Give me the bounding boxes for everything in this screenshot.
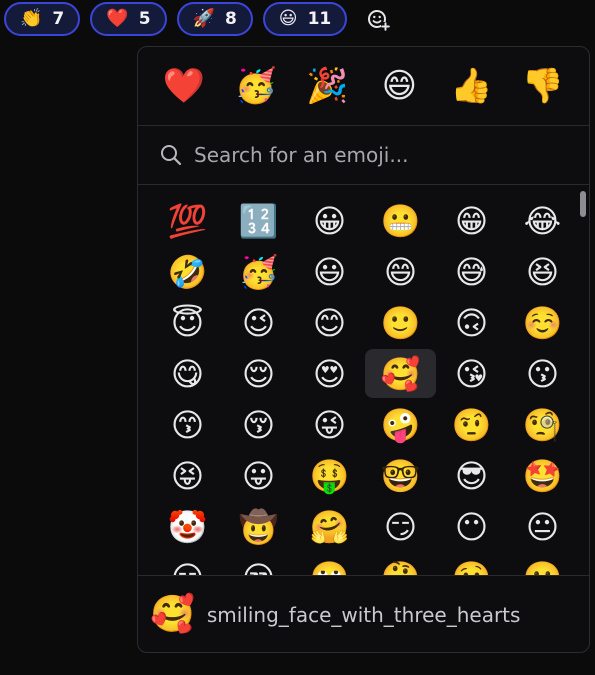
emoji-cell[interactable]: 🙃: [436, 297, 507, 348]
emoji-cell[interactable]: 🤪: [365, 399, 436, 450]
emoji-cell[interactable]: 😙: [152, 399, 223, 450]
emoji-cell[interactable]: 😉: [223, 297, 294, 348]
emoji-cell[interactable]: 😛: [223, 450, 294, 501]
heart-emoji: ❤️: [106, 8, 129, 29]
emoji-cell[interactable]: 😅: [436, 246, 507, 297]
preview-emoji: 🥰: [150, 594, 195, 635]
emoji-cell[interactable]: 😇: [152, 297, 223, 348]
emoji-cell[interactable]: 😊: [294, 297, 365, 348]
emoji-cell[interactable]: 🤡: [152, 501, 223, 552]
emoji-cell[interactable]: 😆: [507, 246, 578, 297]
emoji-cell[interactable]: 😌: [223, 348, 294, 399]
emoji-cell[interactable]: 😐: [507, 501, 578, 552]
emoji-cell[interactable]: 🤠: [223, 501, 294, 552]
emoji-cell[interactable]: 🤨: [436, 399, 507, 450]
emoji-preview: 🥰 smiling_face_with_three_hearts: [138, 576, 589, 652]
emoji-cell[interactable]: 😄: [365, 246, 436, 297]
emoji-cell[interactable]: 🔢: [223, 195, 294, 246]
clap-emoji: 👏: [20, 8, 43, 29]
emoji-cell[interactable]: 😑: [152, 552, 223, 576]
quick-emoji-smile[interactable]: 😄: [371, 69, 427, 103]
emoji-cell[interactable]: 😝: [152, 450, 223, 501]
emoji-cell[interactable]: 😗: [507, 348, 578, 399]
emoji-cell[interactable]: 😜: [294, 399, 365, 450]
emoji-picker: ❤️ 🥳 🎉 😄 👍 👎 💯🔢😀😬😁😂🤣🥳😃😄😅😆😇😉😊🙂🙃☺️😋😌😍🥰😘😗😙😚…: [137, 46, 590, 653]
quick-emoji-thumbs-up[interactable]: 👍: [443, 69, 499, 103]
emoji-cell[interactable]: 🥰: [365, 349, 436, 398]
emoji-cell[interactable]: 🙄: [294, 552, 365, 576]
emoji-cell[interactable]: 🤩: [507, 450, 578, 501]
emoji-cell[interactable]: 🤥: [436, 552, 507, 576]
reaction-count: 11: [307, 9, 332, 29]
quick-emoji-heart[interactable]: ❤️: [156, 69, 212, 103]
emoji-search-bar: [138, 126, 589, 185]
quick-emoji-partying-face[interactable]: 🥳: [228, 69, 284, 103]
emoji-cell[interactable]: 😚: [223, 399, 294, 450]
emoji-cell[interactable]: 😶: [436, 501, 507, 552]
emoji-cell[interactable]: 😬: [365, 195, 436, 246]
add-reaction-button[interactable]: [361, 2, 395, 36]
emoji-cell[interactable]: 🥳: [223, 246, 294, 297]
emoji-cell[interactable]: 🤑: [294, 450, 365, 501]
reaction-clap[interactable]: 👏 7: [4, 2, 81, 36]
reaction-bar: 👏 7 ❤️ 5 🚀 8 😃 11: [4, 2, 395, 36]
search-icon: [161, 145, 182, 166]
emoji-cell[interactable]: 🤔: [365, 552, 436, 576]
quick-emoji-party-popper[interactable]: 🎉: [300, 69, 356, 103]
emoji-search-input[interactable]: [192, 142, 556, 168]
emoji-cell[interactable]: 😏: [365, 501, 436, 552]
reaction-rocket[interactable]: 🚀 8: [176, 2, 253, 36]
reaction-smile[interactable]: 😃 11: [262, 2, 348, 36]
smiley-emoji: 😃: [278, 8, 298, 29]
reaction-heart[interactable]: ❤️ 5: [90, 2, 167, 36]
emoji-cell[interactable]: 😎: [436, 450, 507, 501]
add-emoji-icon: [368, 10, 391, 31]
emoji-cell[interactable]: 😘: [436, 348, 507, 399]
emoji-cell[interactable]: 🤓: [365, 450, 436, 501]
emoji-cell[interactable]: 😀: [294, 195, 365, 246]
reaction-count: 8: [224, 9, 237, 29]
emoji-cell[interactable]: 😂: [507, 195, 578, 246]
emoji-grid-scroll-area[interactable]: 💯 🔢 😀 😬 😁 😂 🤣 🥳 😃 😄 😅 😆 😇 😉 😊 🙂 🙃 ☺️ 😋 😌 😍 🥰 😘 😗 😙 😚 😜 🤪 🤨 🧐 😝 😛 🤑 🤓 😎 🤩 🤡 🤠 🤗…: [138, 185, 589, 576]
emoji-cell[interactable]: 😃: [294, 246, 365, 297]
emoji-cell[interactable]: 🙂: [365, 297, 436, 348]
scrollbar-thumb[interactable]: [580, 191, 586, 217]
emoji-cell[interactable]: 😒: [223, 552, 294, 576]
emoji-cell[interactable]: 🤣: [152, 246, 223, 297]
rocket-emoji: 🚀: [192, 8, 215, 29]
emoji-cell[interactable]: 🤗: [294, 501, 365, 552]
emoji-cell[interactable]: 😋: [152, 348, 223, 399]
preview-emoji-name: smiling_face_with_three_hearts: [206, 603, 521, 627]
emoji-cell[interactable]: ☺️: [507, 297, 578, 348]
quick-reactions-row: ❤️ 🥳 🎉 😄 👍 👎: [138, 47, 589, 126]
scrollbar[interactable]: [579, 191, 587, 571]
reaction-count: 7: [52, 9, 65, 29]
emoji-cell[interactable]: 🧐: [507, 399, 578, 450]
emoji-grid: 💯 🔢 😀 😬 😁 😂 🤣 🥳 😃 😄 😅 😆 😇 😉 😊 🙂 🙃 ☺️ 😋 😌 😍 🥰 😘 😗 😙 😚 😜 🤪 🤨 🧐 😝 😛 🤑 🤓 😎 🤩 🤡 🤠 🤗…: [152, 195, 578, 576]
reaction-count: 5: [138, 9, 151, 29]
emoji-cell[interactable]: 😁: [436, 195, 507, 246]
emoji-cell[interactable]: 😍: [294, 348, 365, 399]
quick-emoji-thumbs-down[interactable]: 👎: [515, 69, 571, 103]
emoji-cell[interactable]: 😬: [507, 552, 578, 576]
emoji-cell[interactable]: 💯: [152, 195, 223, 246]
